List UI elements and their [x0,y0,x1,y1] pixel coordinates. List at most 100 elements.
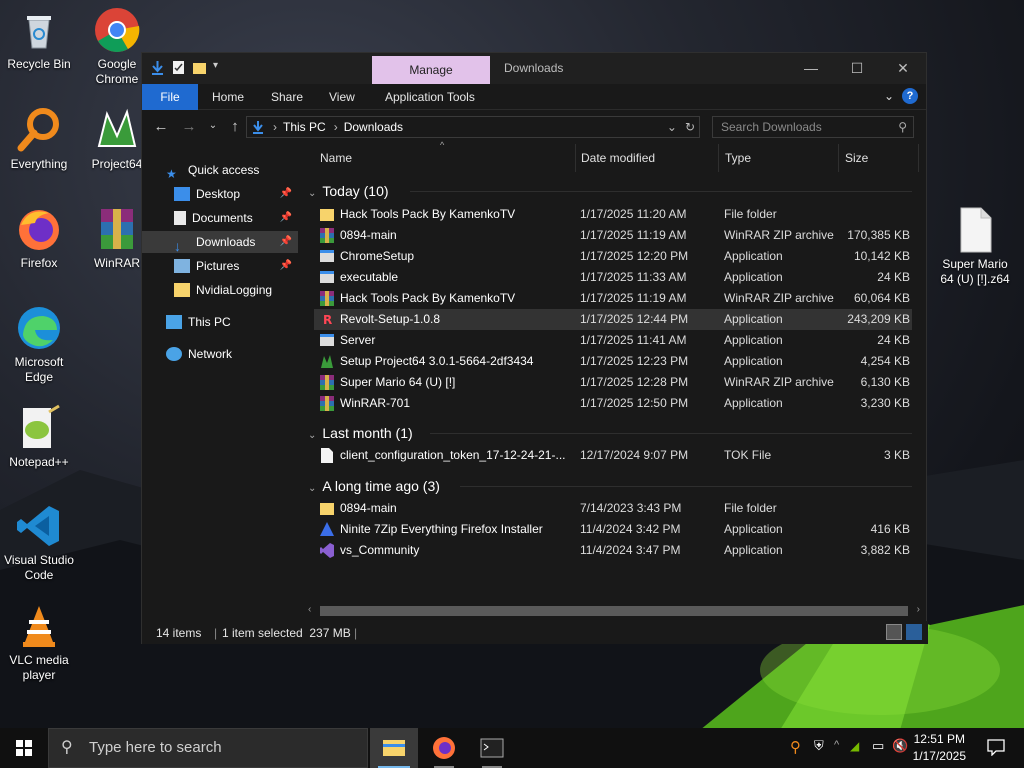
visual-studio-code-shortcut[interactable]: Visual Studio Code [0,502,78,583]
vlc-shortcut[interactable]: VLC media player [0,602,78,683]
nav-network[interactable]: Network [166,343,232,365]
nav-desktop[interactable]: Desktop 📌 [142,183,298,205]
microsoft-edge-shortcut[interactable]: Microsoft Edge [0,304,78,385]
nav-label: Documents [192,211,253,225]
firefox-shortcut[interactable]: Firefox [0,205,78,271]
nav-label: Downloads [196,235,256,249]
tab-share[interactable]: Share [271,84,303,110]
recent-locations-button[interactable]: ⌄ [204,120,222,131]
column-header-size[interactable]: Size [839,144,919,172]
group-header[interactable]: ⌄ Last month (1) [308,422,413,444]
breadcrumb-separator: › [273,120,277,134]
nav-downloads[interactable]: ↓ Downloads 📌 [142,231,298,254]
minimize-button[interactable]: — [788,53,834,84]
column-header-name[interactable]: Name [314,144,576,172]
group-header[interactable]: ⌄ A long time ago (3) [308,475,440,497]
file-size: 243,209 KB [847,312,910,326]
network-status-icon[interactable]: ▭ [872,738,884,754]
customize-toolbar-icon[interactable]: ▾ [213,60,223,75]
file-row[interactable]: 0894-main 7/14/2023 3:43 PM File folder [314,498,912,519]
file-row[interactable]: executable 1/17/2025 11:33 AM Application 2… [314,267,912,288]
nav-pictures[interactable]: Pictures 📌 [142,255,298,277]
super-mario-file-shortcut[interactable]: Super Mario 64 (U) [!].z64 [936,206,1014,287]
manage-tab[interactable]: Manage [372,56,490,84]
group-title: A long time ago (3) [322,478,440,494]
file-type: WinRAR ZIP archive [724,291,834,305]
tab-file[interactable]: File [142,84,198,110]
file-row[interactable]: vs_Community 11/4/2024 3:47 PM Application… [314,540,912,561]
close-button[interactable]: ✕ [880,53,926,84]
volume-muted-icon[interactable]: 🔇 [892,738,908,754]
title-bar[interactable]: ▾ Manage Downloads — ☐ ✕ [142,53,926,84]
nav-label: Quick access [188,163,260,177]
everything-tray-icon[interactable]: ⚲ [790,738,801,756]
firefox-icon [15,205,63,253]
maximize-button[interactable]: ☐ [834,53,880,84]
file-row[interactable]: ChromeSetup 1/17/2025 12:20 PM Application… [314,246,912,267]
security-shield-icon[interactable]: ⛨ [814,738,824,754]
group-header[interactable]: ⌄ Today (10) [308,180,389,202]
details-view-icon[interactable] [886,624,902,640]
file-row[interactable]: Ninite 7Zip Everything Firefox Installer… [314,519,912,540]
breadcrumb-this-pc[interactable]: This PC [283,120,326,134]
nvidia-icon[interactable]: ◢ [850,739,859,753]
tab-home[interactable]: Home [212,84,244,110]
windows-logo-icon [16,740,32,756]
nav-this-pc[interactable]: This PC [166,311,231,333]
everything-shortcut[interactable]: Everything [0,106,78,172]
scroll-right-icon[interactable]: › [917,604,920,615]
scrollbar-thumb[interactable] [320,606,908,616]
properties-icon[interactable] [171,60,186,75]
clock-time: 12:51 PM [913,732,965,746]
address-bar[interactable]: › This PC › Downloads ⌄ ↻ [246,116,700,138]
file-row[interactable]: 0894-main 1/17/2025 11:19 AM WinRAR ZIP ar… [314,225,912,246]
file-row[interactable]: client_configuration_token_17-12-24-21-.… [314,445,912,466]
forward-button[interactable]: → [180,118,198,135]
notepad-plus-plus-shortcut[interactable]: Notepad++ [0,404,78,470]
taskbar-search-input[interactable]: ⚲ Type here to search [48,728,368,768]
file-row[interactable]: R Revolt-Setup-1.0.8 1/17/2025 12:44 PM App… [314,309,912,330]
nav-documents[interactable]: Documents 📌 [142,207,298,229]
window-title: Downloads [504,61,564,75]
folder-icon [320,501,334,516]
tab-view[interactable]: View [329,84,355,110]
back-button[interactable]: ← [152,118,170,135]
taskbar-file-explorer[interactable] [370,728,418,768]
file-type: File folder [724,207,777,221]
file-row[interactable]: Hack Tools Pack By KamenkoTV 1/17/2025 11… [314,204,912,225]
file-row[interactable]: Server 1/17/2025 11:41 AM Application 24 KB [314,330,912,351]
file-size: 3,882 KB [860,543,910,557]
recycle-bin-icon [15,6,63,54]
scroll-left-icon[interactable]: ‹ [308,604,311,615]
search-input[interactable]: Search Downloads ⚲ [712,116,914,138]
notification-icon[interactable] [986,738,1006,757]
new-folder-icon[interactable] [192,60,207,75]
winrar-icon [320,396,334,411]
help-icon[interactable]: ? [902,88,918,104]
file-row[interactable]: WinRAR-701 1/17/2025 12:50 PM Application 3… [314,393,912,414]
column-header-type[interactable]: Type [719,144,839,172]
breadcrumb-downloads[interactable]: Downloads [344,120,403,134]
tab-application-tools[interactable]: Application Tools [385,84,475,110]
file-date-modified: 1/17/2025 12:23 PM [580,354,689,368]
clock[interactable]: 12:51 PM 1/17/2025 [913,731,966,765]
taskbar-terminal[interactable] [468,728,516,768]
column-header-date-modified[interactable]: Date modified [575,144,719,172]
file-size: 4,254 KB [860,354,910,368]
large-icons-view-icon[interactable] [906,624,922,640]
expand-ribbon-icon[interactable]: ⌄ [884,89,894,103]
up-button[interactable]: ↑ [226,118,244,135]
start-button[interactable] [0,728,48,768]
taskbar-firefox[interactable] [420,728,468,768]
file-row[interactable]: Hack Tools Pack By KamenkoTV 1/17/2025 11… [314,288,912,309]
refresh-icon[interactable]: ↻ [685,120,695,134]
nav-nvidialogging[interactable]: NvidiaLogging [142,279,298,301]
horizontal-scrollbar[interactable]: ‹ › [304,603,924,619]
file-row[interactable]: Super Mario 64 (U) [!] 1/17/2025 12:28 PM… [314,372,912,393]
address-dropdown-icon[interactable]: ⌄ [667,120,677,134]
show-hidden-icons-icon[interactable]: ^ [834,739,839,751]
recycle-bin-shortcut[interactable]: Recycle Bin [0,6,78,72]
file-row[interactable]: Setup Project64 3.0.1-5664-2df3434 1/17/2… [314,351,912,372]
nav-label: Desktop [196,187,241,201]
nav-quick-access[interactable]: ★ Quick access [166,159,259,181]
